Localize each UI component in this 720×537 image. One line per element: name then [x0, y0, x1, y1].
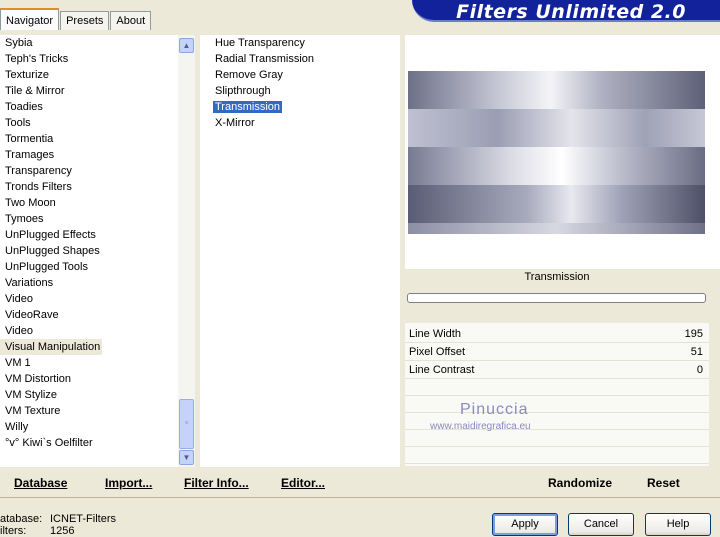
category-item[interactable]: UnPlugged Shapes: [0, 243, 178, 259]
filter-item[interactable]: Transmission: [200, 99, 400, 115]
category-item[interactable]: Tile & Mirror: [0, 83, 178, 99]
category-item[interactable]: Tronds Filters: [0, 179, 178, 195]
category-item[interactable]: Teph's Tricks: [0, 51, 178, 67]
filter-list[interactable]: Hue Transparency Radial Transmission Remov…: [200, 35, 400, 467]
category-item[interactable]: VM Distortion: [0, 371, 178, 387]
tab-strip: Navigator Presets About: [0, 8, 152, 30]
preview-image: [408, 71, 705, 234]
chevron-up-icon[interactable]: ▲: [179, 38, 194, 53]
editor-button[interactable]: Editor...: [281, 476, 325, 490]
category-item[interactable]: Video: [0, 323, 178, 339]
filter-item-label: Slipthrough: [215, 85, 271, 97]
tab-navigator[interactable]: Navigator: [0, 8, 60, 30]
status-database-value: ICNET-Filters: [50, 513, 116, 525]
category-item[interactable]: VM Stylize: [0, 387, 178, 403]
reset-button[interactable]: Reset: [647, 476, 680, 490]
param-slot-empty: [405, 397, 709, 413]
help-button[interactable]: Help: [645, 513, 711, 536]
category-item[interactable]: Toadies: [0, 99, 178, 115]
param-label: Line Width: [409, 328, 461, 340]
status-filters-value: 1256: [50, 525, 75, 537]
category-item[interactable]: VideoRave: [0, 307, 178, 323]
category-item[interactable]: VM Texture: [0, 403, 178, 419]
category-item[interactable]: Willy: [0, 419, 178, 435]
preview-filter-name: Transmission: [524, 271, 590, 283]
category-item[interactable]: VM 1: [0, 355, 178, 371]
filter-item[interactable]: X-Mirror: [200, 115, 400, 131]
category-item[interactable]: Tormentia: [0, 131, 178, 147]
watermark-name: Pinuccia: [460, 401, 529, 418]
status-database-label: atabase:: [0, 513, 43, 525]
filter-item-label: Radial Transmission: [215, 53, 315, 65]
tab-about[interactable]: About: [110, 11, 152, 30]
category-item[interactable]: Video: [0, 291, 178, 307]
category-item[interactable]: UnPlugged Tools: [0, 259, 178, 275]
category-item[interactable]: Tools: [0, 115, 178, 131]
tab-presets[interactable]: Presets: [60, 11, 110, 30]
category-item[interactable]: UnPlugged Effects: [0, 227, 178, 243]
cancel-button[interactable]: Cancel: [568, 513, 634, 536]
apply-button[interactable]: Apply: [492, 513, 558, 536]
progress-bar: [407, 293, 706, 303]
action-bar: Database Import... Filter Info... Editor…: [0, 469, 720, 497]
filter-item[interactable]: Slipthrough: [200, 83, 400, 99]
param-pixel-offset[interactable]: Pixel Offset 51: [405, 343, 709, 361]
database-button[interactable]: Database: [14, 476, 67, 490]
status-filters-label: ilters:: [0, 525, 27, 537]
category-item[interactable]: Tymoes: [0, 211, 178, 227]
param-slot-empty: [405, 431, 709, 447]
category-scrollbar[interactable]: ▲ ≡ ▼: [178, 35, 195, 467]
category-item[interactable]: Sybia: [0, 35, 178, 51]
app-banner: Filters Unlimited 2.0: [412, 0, 720, 23]
param-label: Pixel Offset: [409, 346, 466, 358]
scrollbar-thumb[interactable]: ≡: [179, 399, 194, 449]
watermark-url: www.maidiregrafica.eu: [430, 421, 531, 432]
param-slot-empty: [405, 380, 709, 396]
filter-item[interactable]: Remove Gray: [200, 67, 400, 83]
filter-item[interactable]: Radial Transmission: [200, 51, 400, 67]
param-line-width[interactable]: Line Width 195: [405, 325, 709, 343]
param-label: Line Contrast: [409, 364, 475, 376]
category-item[interactable]: Transparency: [0, 163, 178, 179]
category-item[interactable]: Tramages: [0, 147, 178, 163]
param-value: 195: [684, 328, 703, 340]
import-button[interactable]: Import...: [105, 476, 152, 490]
category-list[interactable]: Sybia Teph's Tricks Texturize Tile & Mirror…: [0, 35, 178, 467]
parameter-panel: Line Width 195 Pixel Offset 51 Line Cont…: [405, 323, 709, 466]
category-item[interactable]: °v° Kiwi`s Oelfilter: [0, 435, 178, 451]
chevron-down-icon[interactable]: ▼: [179, 450, 194, 465]
filter-item[interactable]: Hue Transparency: [200, 35, 400, 51]
divider: [0, 497, 720, 498]
filter-info-button[interactable]: Filter Info...: [184, 476, 249, 490]
filter-item-label: Transmission: [213, 101, 282, 113]
filter-item-label: Hue Transparency: [215, 37, 305, 49]
filter-item-label: Remove Gray: [215, 69, 283, 81]
category-item[interactable]: Variations: [0, 275, 178, 291]
category-item[interactable]: Visual Manipulation: [0, 339, 102, 355]
app-title: Filters Unlimited 2.0: [456, 1, 686, 23]
param-slot-empty: [405, 448, 709, 464]
param-line-contrast[interactable]: Line Contrast 0: [405, 361, 709, 379]
preview-panel: [405, 35, 720, 269]
param-value: 51: [690, 346, 703, 358]
category-item[interactable]: Two Moon: [0, 195, 178, 211]
param-value: 0: [696, 364, 703, 376]
category-item[interactable]: Texturize: [0, 67, 178, 83]
randomize-button[interactable]: Randomize: [548, 476, 612, 490]
filter-item-label: X-Mirror: [215, 117, 255, 129]
